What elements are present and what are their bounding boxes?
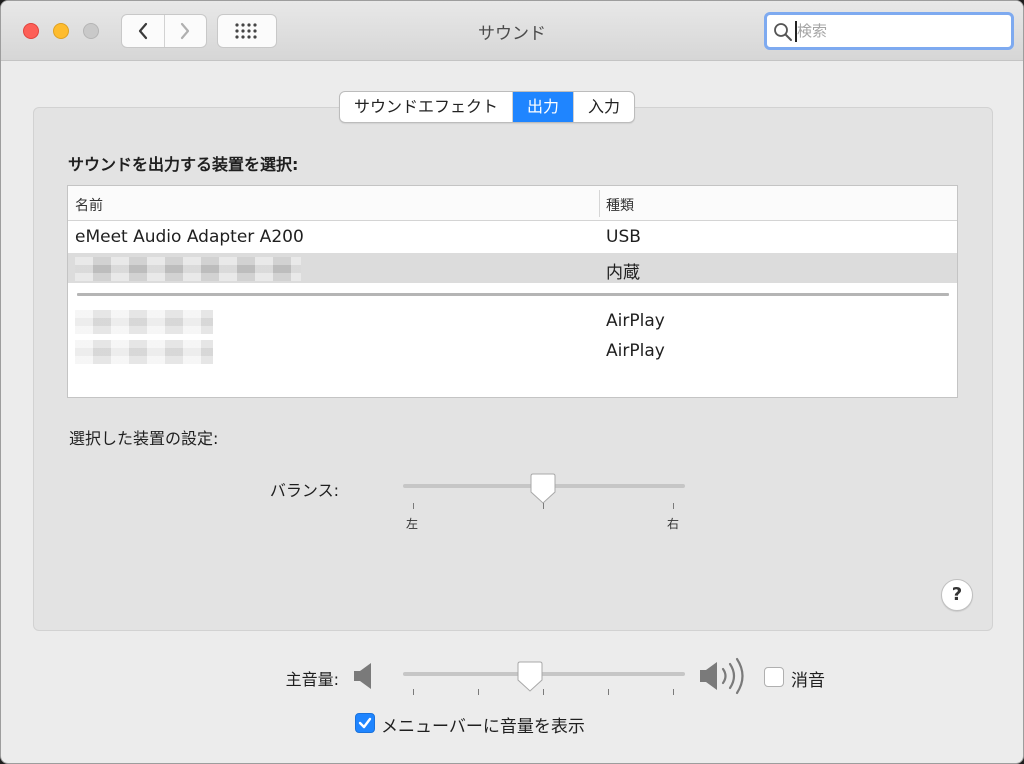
redacted-device-name [75,257,301,281]
table-header: 名前 種類 [68,186,957,221]
show-volume-in-menubar-label: メニューバーに音量を表示 [381,717,585,737]
balance-tick [413,503,414,509]
show-volume-in-menubar-checkbox[interactable] [355,713,375,733]
search-input[interactable] [797,20,997,42]
group-separator [77,293,949,296]
mute-checkbox[interactable] [764,667,784,687]
volume-tick [673,689,674,695]
volume-tick [608,689,609,695]
table-row[interactable]: AirPlay [68,336,957,366]
device-name: eMeet Audio Adapter A200 [75,227,304,247]
tab-bar: サウンドエフェクト 出力 入力 [339,91,636,123]
balance-label: バランス: [269,481,339,500]
mute-label: 消音 [791,671,825,691]
device-type: AirPlay [606,311,665,331]
tab-sound-effects[interactable]: サウンドエフェクト [340,92,514,122]
tab-input[interactable]: 入力 [574,92,634,122]
balance-tick [543,503,544,509]
section-title: サウンドを出力する装置を選択: [68,155,299,174]
volume-slider-track[interactable] [403,672,685,676]
speaker-low-icon [354,663,371,689]
device-settings-title: 選択した装置の設定: [69,429,219,448]
output-volume-label: 主音量: [285,670,339,689]
search-field[interactable] [764,12,1014,50]
column-divider[interactable] [599,190,600,217]
output-device-table[interactable]: 名前 種類 eMeet Audio Adapter A200 USB 内蔵 Ai… [67,185,958,398]
volume-tick [478,689,479,695]
balance-left-label: 左 [406,517,419,531]
table-row[interactable]: AirPlay [68,306,957,336]
volume-tick [543,689,544,695]
volume-slider-thumb[interactable] [517,661,543,693]
titlebar: サウンド [1,1,1023,61]
redacted-device-name [75,310,213,334]
balance-right-label: 右 [667,517,680,531]
search-icon [774,23,792,41]
table-row[interactable]: eMeet Audio Adapter A200 USB [68,222,957,252]
tab-output[interactable]: 出力 [513,92,575,122]
column-header-type[interactable]: 種類 [606,195,634,215]
column-header-name[interactable]: 名前 [75,195,103,215]
balance-slider-thumb[interactable] [530,473,556,505]
checkmark-icon [358,717,372,729]
device-type: 内蔵 [606,263,640,283]
redacted-device-name [75,340,213,364]
device-type: AirPlay [606,341,665,361]
device-type: USB [606,227,641,247]
volume-tick [413,689,414,695]
sound-preferences-window: サウンド サウンドエフェクト 出力 入力 サウンドを出力する装置を選択: 名前 … [0,0,1024,764]
speaker-high-icon [700,657,744,695]
help-button[interactable]: ? [941,579,973,611]
balance-tick [673,503,674,509]
table-row-selected[interactable]: 内蔵 [68,253,957,283]
